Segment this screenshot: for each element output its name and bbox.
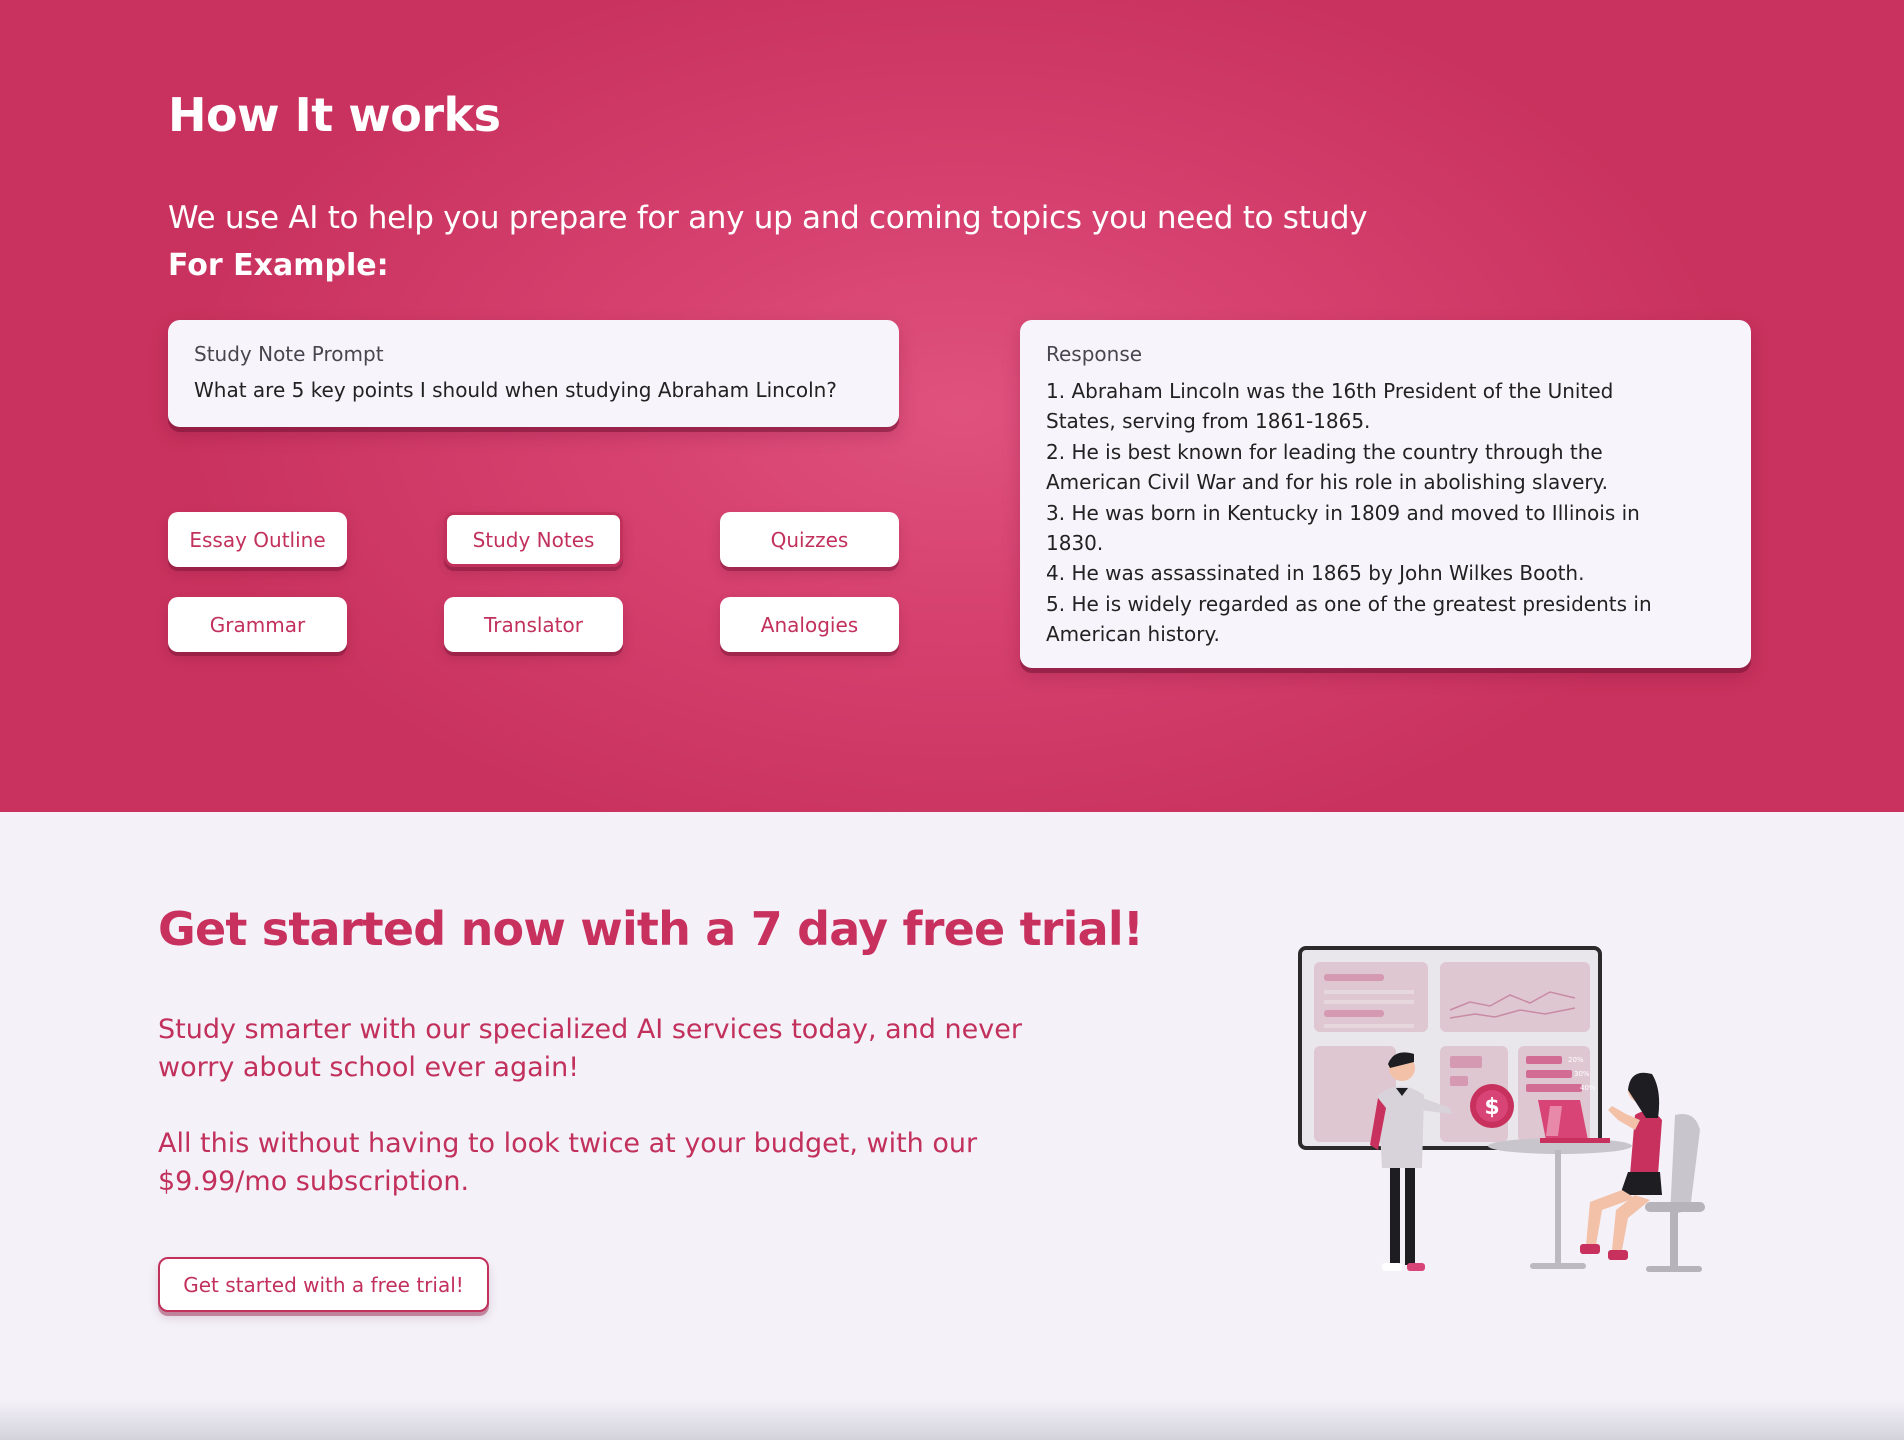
response-line: 3. He was born in Kentucky in 1809 and m… (1046, 500, 1640, 556)
response-card-label: Response (1046, 342, 1143, 366)
response-line: 2. He is best known for leading the coun… (1046, 439, 1608, 495)
bar-label: 30% (1574, 1070, 1590, 1078)
how-it-works-section: How It works We use AI to help you prepa… (0, 0, 1904, 812)
dollar-symbol: $ (1484, 1095, 1499, 1120)
response-line: 1. Abraham Lincoln was the 16th Presiden… (1046, 379, 1614, 434)
option-essay-outline-button[interactable]: Essay Outline (168, 512, 347, 567)
bar-label: 20% (1568, 1056, 1584, 1064)
prompt-text: What are 5 key points I should when stud… (194, 378, 837, 402)
response-line: 5. He is widely regarded as one of the g… (1046, 591, 1652, 647)
dashboard-illustration: 20% 30% 40% $ (1298, 946, 1705, 1272)
trial-paragraph: All this without having to look twice at… (158, 1128, 978, 1197)
free-trial-button[interactable]: Get started with a free trial! (158, 1257, 489, 1312)
option-grammar-button[interactable]: Grammar (168, 597, 347, 652)
option-analogies-button[interactable]: Analogies (720, 597, 899, 652)
response-card: Response 1. Abraham Lincoln was the 16th… (1020, 320, 1751, 668)
prompt-card-label: Study Note Prompt (194, 342, 384, 366)
response-text: 1. Abraham Lincoln was the 16th Presiden… (1046, 376, 1686, 650)
option-translator-button[interactable]: Translator (444, 597, 623, 652)
section-title: How It works (168, 88, 501, 142)
option-study-notes-button[interactable]: Study Notes (444, 512, 623, 567)
response-line: 4. He was assassinated in 1865 by John W… (1046, 561, 1585, 586)
bottom-shadow (0, 1400, 1904, 1440)
prompt-card: Study Note Prompt What are 5 key points … (168, 320, 899, 427)
dollar-icon: $ (1470, 1084, 1514, 1128)
trial-paragraph: Study smarter with our specialized AI se… (158, 1014, 1022, 1083)
example-label: For Example: (168, 248, 389, 283)
bar-label: 40% (1580, 1084, 1596, 1092)
option-quizzes-button[interactable]: Quizzes (720, 512, 899, 567)
trial-title: Get started now with a 7 day free trial! (158, 902, 1144, 956)
section-subtitle: We use AI to help you prepare for any up… (168, 200, 1368, 236)
